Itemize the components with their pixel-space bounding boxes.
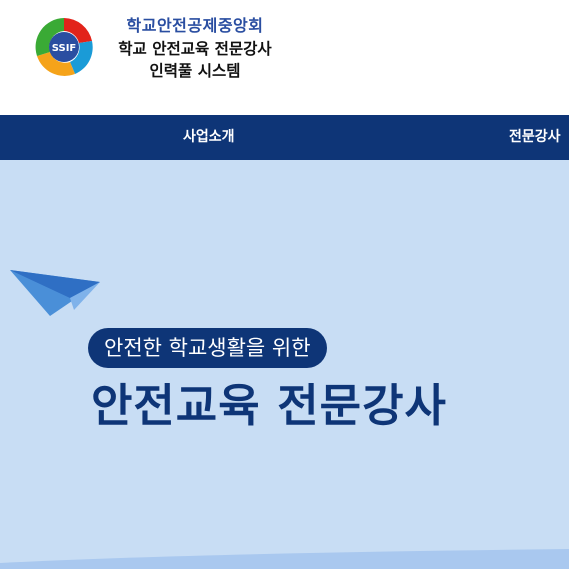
org-name: 학교안전공제중앙회 — [126, 16, 264, 35]
wave-decoration — [0, 549, 569, 569]
logo-text: SSIF — [52, 43, 77, 54]
system-title-line2: 인력풀 시스템 — [149, 62, 241, 80]
nav-item-expert-instructors[interactable]: 전문강사 — [509, 115, 561, 160]
ssif-logo-icon[interactable]: SSIF — [33, 16, 95, 78]
hero-subtitle-badge: 안전한 학교생활을 위한 — [88, 328, 327, 368]
main-nav: 사업소개 전문강사 — [0, 115, 569, 160]
paper-plane-icon — [10, 270, 100, 316]
system-title-line1: 학교 안전교육 전문강사 — [118, 40, 272, 58]
hero-headline: 안전교육 전문강사 — [91, 379, 447, 432]
site-header: SSIF 학교안전공제중앙회 학교 안전교육 전문강사 인력풀 시스템 — [0, 0, 569, 115]
system-title: 학교 안전교육 전문강사 인력풀 시스템 — [90, 38, 300, 82]
nav-item-business-intro[interactable]: 사업소개 — [183, 115, 235, 160]
